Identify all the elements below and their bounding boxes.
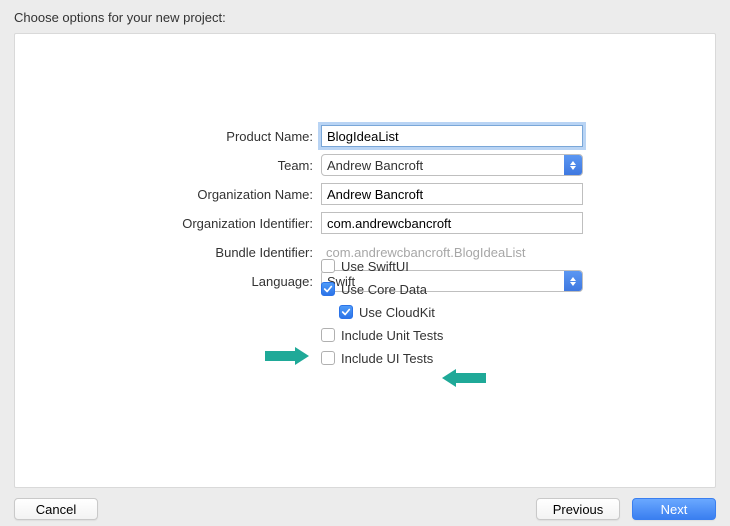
- use-coredata-checkbox[interactable]: Use Core Data: [321, 279, 583, 299]
- options-panel: Product Name: Team: Andrew Bancroft Orga…: [14, 33, 716, 488]
- use-cloudkit-checkbox[interactable]: Use CloudKit: [339, 302, 583, 322]
- cancel-button[interactable]: Cancel: [14, 498, 98, 520]
- product-name-label: Product Name:: [15, 129, 313, 144]
- language-label: Language:: [15, 274, 313, 289]
- page-title: Choose options for your new project:: [14, 10, 716, 25]
- org-id-input[interactable]: [321, 212, 583, 234]
- team-label: Team:: [15, 158, 313, 173]
- use-cloudkit-label: Use CloudKit: [359, 305, 435, 320]
- checkbox-checked-icon: [321, 282, 335, 296]
- annotation-arrow-icon: [265, 347, 309, 365]
- use-coredata-label: Use Core Data: [341, 282, 427, 297]
- team-select-value: Andrew Bancroft: [327, 158, 423, 173]
- org-id-label: Organization Identifier:: [15, 216, 313, 231]
- checkbox-icon: [321, 351, 335, 365]
- previous-button[interactable]: Previous: [536, 498, 620, 520]
- updown-icon: [564, 155, 582, 175]
- checkbox-icon: [321, 328, 335, 342]
- footer: Cancel Previous Next: [14, 488, 716, 520]
- org-name-label: Organization Name:: [15, 187, 313, 202]
- org-name-input[interactable]: [321, 183, 583, 205]
- next-button[interactable]: Next: [632, 498, 716, 520]
- bundle-id-label: Bundle Identifier:: [15, 245, 313, 260]
- use-swiftui-label: Use SwiftUI: [341, 259, 409, 274]
- form: Product Name: Team: Andrew Bancroft Orga…: [15, 124, 715, 322]
- include-unit-tests-label: Include Unit Tests: [341, 328, 443, 343]
- checkbox-icon: [321, 259, 335, 273]
- use-swiftui-checkbox[interactable]: Use SwiftUI: [321, 256, 583, 276]
- include-ui-tests-label: Include UI Tests: [341, 351, 433, 366]
- annotation-arrow-icon: [442, 369, 486, 387]
- checkbox-checked-icon: [339, 305, 353, 319]
- checkbox-group: Use SwiftUI Use Core Data Use CloudKit: [321, 252, 583, 368]
- include-ui-tests-checkbox[interactable]: Include UI Tests: [321, 348, 583, 368]
- team-select[interactable]: Andrew Bancroft: [321, 154, 583, 176]
- product-name-input[interactable]: [321, 125, 583, 147]
- include-unit-tests-checkbox[interactable]: Include Unit Tests: [321, 325, 583, 345]
